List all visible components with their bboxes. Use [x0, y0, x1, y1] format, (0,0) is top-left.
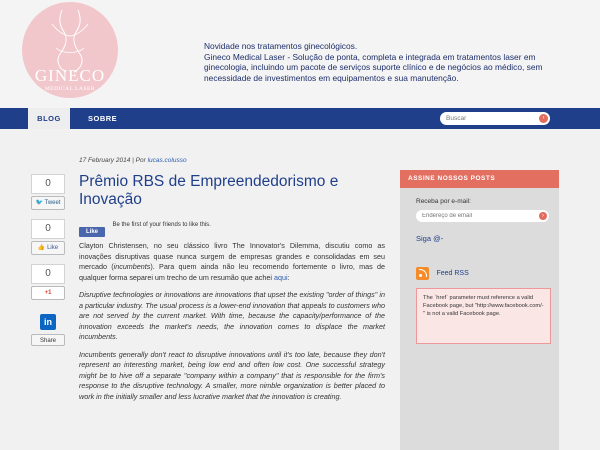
like-count: 0 [31, 219, 65, 239]
social-share-column: 0 🐦 Tweet 0 👍 Like 0 +1 in Share [31, 174, 65, 346]
gplus-count: 0 [31, 264, 65, 284]
facebook-like-text: Be the first of your friends to like thi… [112, 222, 211, 228]
main-nav: BLOG SOBRE › [0, 108, 600, 129]
search-box: › [440, 112, 550, 125]
thumbs-up-icon: 👍 [37, 245, 46, 251]
like-label: Like [47, 245, 59, 251]
follow-link[interactable]: Siga @- [416, 234, 443, 243]
facebook-error-box: The `href` parameter must reference a va… [416, 288, 551, 344]
feed-rss-label: Feed RSS [436, 270, 469, 278]
post-title[interactable]: Prêmio RBS de Empreendedorismo e Inovaçã… [79, 173, 379, 209]
quote-paragraph-1: Disruptive technologies or innovations a… [79, 290, 385, 341]
tweet-label: Tweet [44, 200, 61, 206]
sidebar: ASSINE NOSSOS POSTS Receba por e-mail: ›… [400, 170, 559, 450]
tweet-count: 0 [31, 174, 65, 194]
sidebar-title: ASSINE NOSSOS POSTS [400, 170, 559, 188]
post-author-link[interactable]: lucas.colusso [148, 157, 187, 164]
facebook-like-widget: Like Be the first of your friends to lik… [79, 220, 211, 237]
search-submit-icon[interactable]: › [539, 114, 548, 123]
linkedin-share-button[interactable]: Share [31, 334, 65, 346]
feed-rss-link[interactable]: Feed RSS [416, 265, 469, 281]
twitter-icon: 🐦 [35, 200, 43, 206]
paragraph-1: Clayton Christensen, no seu clássico liv… [79, 241, 385, 282]
email-box: › [416, 210, 549, 222]
site-header: GINECO MEDICAL LASER Novidade nos tratam… [0, 0, 600, 108]
post-date: 17 February 2014 [79, 157, 131, 164]
nav-item-blog[interactable]: BLOG [28, 108, 70, 129]
facebook-like-button[interactable]: 👍 Like [31, 241, 65, 255]
tweet-button[interactable]: 🐦 Tweet [31, 196, 65, 210]
post-meta: 17 February 2014 | Por lucas.colusso [79, 157, 187, 164]
nav-item-sobre[interactable]: SOBRE [88, 108, 117, 129]
aqui-link[interactable]: aqui [274, 273, 288, 282]
email-submit-icon[interactable]: › [539, 212, 547, 220]
facebook-like-button-inline[interactable]: Like [79, 227, 105, 237]
linkedin-icon[interactable]: in [31, 312, 65, 332]
post-by-prefix: Por [135, 157, 146, 164]
rss-icon [416, 267, 429, 281]
search-input[interactable] [446, 113, 534, 124]
email-input[interactable] [422, 211, 532, 221]
quote-paragraph-2: Incumbents generally don't react to disr… [79, 349, 385, 401]
gplus-label: +1 [44, 290, 52, 296]
logo-subtitle: MEDICAL LASER [44, 86, 96, 92]
logo-text[interactable]: GINECO [22, 66, 118, 86]
email-label: Receba por e-mail: [416, 198, 471, 205]
gplus-button[interactable]: +1 [31, 286, 65, 300]
site-tagline: Novidade nos tratamentos ginecológicos. … [204, 41, 543, 83]
post-body: Clayton Christensen, no seu clássico liv… [79, 241, 385, 409]
